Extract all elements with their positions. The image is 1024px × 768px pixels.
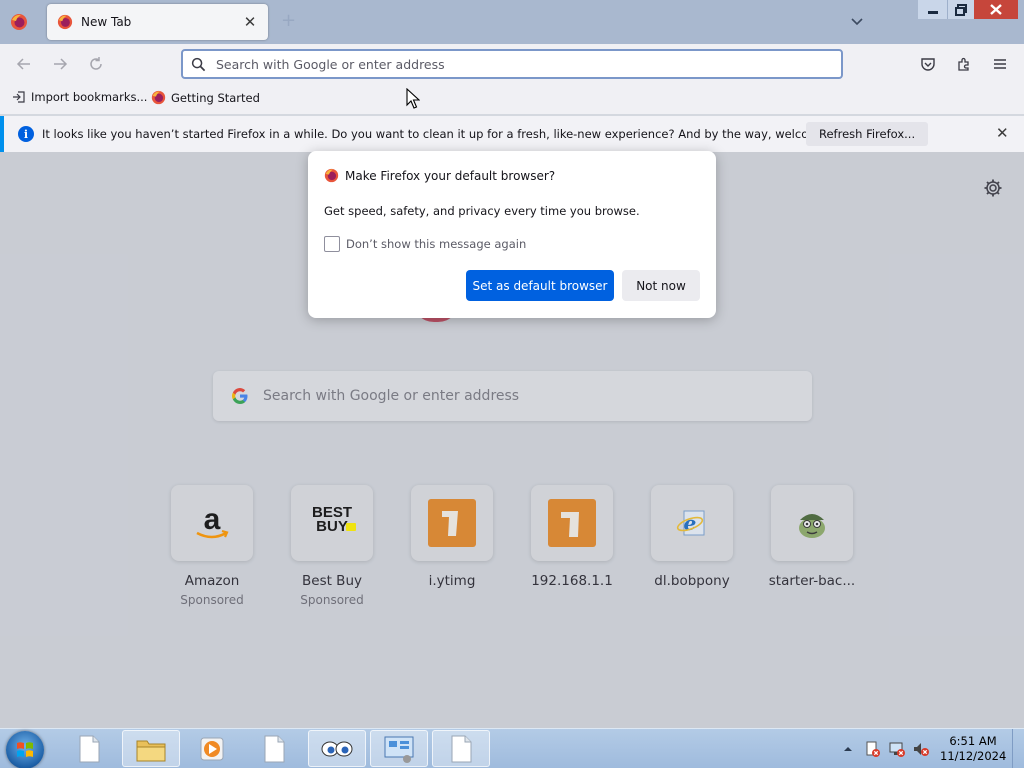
arrow-right-icon bbox=[54, 58, 68, 70]
forward-button[interactable] bbox=[50, 54, 70, 74]
clock-time: 6:51 AM bbox=[949, 734, 997, 748]
address-input[interactable] bbox=[216, 56, 796, 72]
dialog-title-text: Make Firefox your default browser? bbox=[345, 168, 556, 183]
extensions-button[interactable] bbox=[954, 54, 974, 74]
firefox-icon bbox=[11, 14, 27, 30]
reload-icon bbox=[90, 57, 102, 70]
puzzle-icon bbox=[958, 57, 969, 71]
new-tab-button[interactable]: + bbox=[281, 12, 296, 30]
import-icon bbox=[13, 91, 25, 103]
document-icon bbox=[451, 735, 472, 762]
bookmark-import[interactable]: Import bookmarks... bbox=[12, 90, 147, 104]
back-button[interactable] bbox=[14, 54, 34, 74]
notification-bar: i It looks like you haven’t started Fire… bbox=[0, 116, 1024, 152]
close-icon bbox=[990, 4, 1002, 15]
set-default-browser-button[interactable]: Set as default browser bbox=[466, 270, 614, 301]
tab-title: New Tab bbox=[81, 15, 132, 29]
taskbar-item-document[interactable] bbox=[432, 730, 490, 767]
notification-message: It looks like you haven’t started Firefo… bbox=[42, 127, 863, 141]
bookmark-label: Import bookmarks... bbox=[31, 90, 148, 104]
system-tray bbox=[842, 729, 930, 768]
eyes-icon bbox=[321, 741, 353, 756]
system-clock[interactable]: 6:51 AM 11/12/2024 bbox=[940, 734, 1006, 764]
media-player-icon bbox=[200, 737, 224, 760]
windows-logo-icon bbox=[17, 742, 33, 757]
restore-icon bbox=[955, 3, 967, 16]
minimize-icon bbox=[927, 10, 938, 14]
firefox-view-button[interactable] bbox=[8, 11, 30, 33]
navigation-toolbar bbox=[0, 44, 1024, 84]
mouse-cursor-icon bbox=[406, 88, 420, 109]
checkbox-label: Don’t show this message again bbox=[346, 237, 527, 251]
close-icon[interactable]: ✕ bbox=[996, 125, 1009, 141]
app-menu-button[interactable] bbox=[990, 54, 1010, 74]
bookmark-getting-started[interactable]: Getting Started bbox=[151, 90, 260, 105]
checkbox-box[interactable] bbox=[324, 236, 340, 252]
taskbar-item-file-explorer[interactable] bbox=[122, 730, 180, 767]
minimize-button[interactable] bbox=[918, 0, 947, 19]
reload-button[interactable] bbox=[86, 54, 106, 74]
search-icon bbox=[191, 57, 206, 71]
firefox-icon bbox=[324, 168, 339, 183]
refresh-firefox-button[interactable]: Refresh Firefox... bbox=[806, 122, 929, 146]
dialog-body: Get speed, safety, and privacy every tim… bbox=[324, 204, 640, 218]
taskbar-item-document[interactable] bbox=[245, 730, 303, 767]
hamburger-menu-icon bbox=[994, 59, 1006, 69]
dont-show-again-checkbox[interactable]: Don’t show this message again bbox=[324, 236, 526, 252]
pocket-icon bbox=[921, 58, 935, 71]
start-button[interactable] bbox=[6, 731, 44, 768]
not-now-button[interactable]: Not now bbox=[622, 270, 700, 301]
show-desktop-button[interactable] bbox=[1012, 729, 1024, 768]
document-icon bbox=[79, 735, 100, 762]
taskbar-item-media-player[interactable] bbox=[183, 730, 241, 767]
taskbar-item-document[interactable] bbox=[60, 730, 118, 767]
bookmark-label: Getting Started bbox=[171, 90, 260, 105]
file-explorer-icon bbox=[136, 740, 166, 761]
dialog-title: Make Firefox your default browser? bbox=[324, 168, 555, 183]
tab-new-tab[interactable]: New Tab ✕ bbox=[47, 4, 268, 40]
address-bar[interactable] bbox=[181, 49, 843, 79]
default-browser-dialog: Make Firefox your default browser? Get s… bbox=[308, 151, 716, 318]
firefox-icon bbox=[151, 90, 166, 105]
chevron-down-icon[interactable] bbox=[849, 13, 865, 29]
clock-date: 11/12/2024 bbox=[940, 749, 1007, 763]
document-icon bbox=[264, 735, 285, 762]
tab-strip: New Tab ✕ + bbox=[0, 0, 1024, 44]
windows-taskbar: 6:51 AM 11/12/2024 bbox=[0, 728, 1024, 768]
pocket-button[interactable] bbox=[918, 54, 938, 74]
volume-muted-icon[interactable] bbox=[912, 740, 930, 758]
bookmarks-toolbar: Import bookmarks... Getting Started bbox=[0, 84, 1024, 114]
network-disconnected-icon[interactable] bbox=[888, 740, 906, 758]
close-window-button[interactable] bbox=[974, 0, 1018, 19]
firefox-icon bbox=[57, 14, 73, 30]
info-icon: i bbox=[18, 126, 34, 142]
control-panel-icon bbox=[384, 736, 414, 763]
taskbar-item-control-panel[interactable] bbox=[370, 730, 428, 767]
close-tab-icon[interactable]: ✕ bbox=[242, 14, 258, 30]
action-center-warning-icon[interactable] bbox=[864, 740, 882, 758]
arrow-left-icon bbox=[16, 58, 30, 70]
taskbar-item-eyes[interactable] bbox=[308, 730, 366, 767]
chevron-up-icon[interactable] bbox=[842, 743, 854, 755]
restore-button[interactable] bbox=[947, 0, 974, 19]
